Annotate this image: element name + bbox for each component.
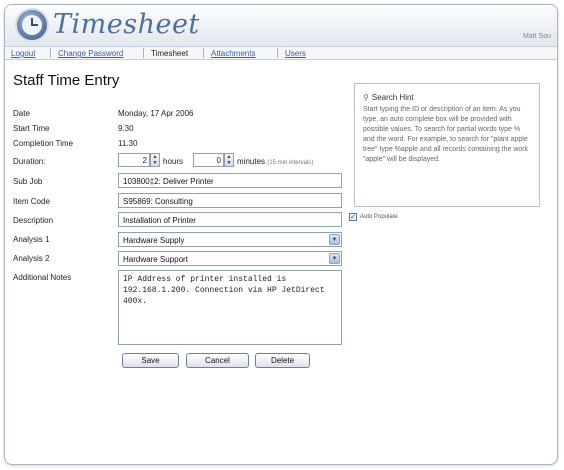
item-code-label: Item Code	[13, 197, 50, 206]
description-input[interactable]: Installation of Printer	[118, 212, 342, 227]
nav-logout[interactable]: Logout	[11, 49, 35, 58]
hint-title-row: ⚲ Search Hint	[363, 93, 531, 102]
auto-populate-label: Auto Populate	[360, 214, 398, 220]
nav-bar: Logout Change Password Timesheet Attachm…	[5, 46, 557, 60]
delete-button[interactable]: Delete	[255, 353, 310, 368]
item-code-input[interactable]: S95869: Consulting	[118, 193, 342, 208]
user-name: Matt Sou	[522, 33, 551, 40]
hint-title: Search Hint	[371, 93, 414, 102]
nav-attachments[interactable]: Attachments	[211, 49, 255, 58]
analysis2-selected: Hardware Support	[123, 255, 188, 264]
spin-down-icon[interactable]: ▼	[151, 160, 159, 166]
hours-unit-label: hours	[163, 157, 184, 166]
chevron-down-icon[interactable]: ▼	[329, 234, 340, 245]
clock-logo-icon	[15, 8, 49, 42]
analysis1-selected: Hardware Supply	[123, 236, 185, 245]
analysis1-label: Analysis 1	[13, 235, 50, 244]
nav-users[interactable]: Users	[285, 49, 306, 58]
minutes-input[interactable]: 0	[193, 153, 224, 167]
hours-spinner[interactable]: ▲ ▼	[150, 153, 160, 167]
notes-label: Additional Notes	[13, 273, 72, 282]
completion-time-value: 11.30	[118, 139, 138, 148]
minutes-label: minutes	[237, 157, 266, 166]
nav-separator	[203, 48, 204, 58]
app-header: Timesheet Matt Sou	[5, 5, 557, 46]
nav-timesheet[interactable]: Timesheet	[151, 49, 188, 58]
save-button[interactable]: Save	[122, 353, 179, 368]
sub-job-label: Sub Job	[13, 177, 43, 186]
date-label: Date	[13, 109, 30, 118]
chevron-down-icon[interactable]: ▼	[329, 253, 340, 264]
page-title: Staff Time Entry	[13, 72, 120, 89]
analysis2-label: Analysis 2	[13, 254, 50, 263]
completion-time-label: Completion Time	[13, 139, 74, 148]
sub-job-input[interactable]: 103800‡2: Deliver Printer	[118, 173, 342, 188]
minutes-unit-label: minutes (15 min intervals)	[237, 157, 313, 166]
cancel-button[interactable]: Cancel	[186, 353, 249, 368]
nav-separator	[277, 48, 278, 58]
interval-note: (15 min intervals)	[267, 160, 314, 166]
analysis2-select[interactable]: Hardware Support ▼	[118, 251, 342, 266]
date-value: Monday, 17 Apr 2006	[118, 109, 194, 118]
notes-textarea[interactable]: IP Address of printer installed is 192.1…	[118, 270, 342, 345]
app-title: Timesheet	[53, 9, 200, 40]
spin-down-icon[interactable]: ▼	[225, 160, 233, 166]
nav-separator	[143, 48, 144, 58]
auto-populate-checkbox[interactable]: ✓	[349, 213, 357, 221]
hint-text: Start typing the ID or description of an…	[363, 106, 529, 163]
search-icon: ⚲	[363, 93, 369, 102]
nav-separator	[50, 48, 51, 58]
timesheet-window: Timesheet Matt Sou Logout Change Passwor…	[4, 4, 558, 465]
search-hint-panel: ⚲ Search Hint Start typing the ID or desc…	[354, 83, 540, 207]
start-time-value: 9.30	[118, 124, 134, 133]
start-time-label: Start Time	[13, 124, 50, 133]
description-label: Description	[13, 216, 54, 225]
minutes-spinner[interactable]: ▲ ▼	[224, 153, 234, 167]
hours-input[interactable]: 2	[118, 153, 150, 167]
duration-label: Duration:	[13, 157, 46, 166]
analysis1-select[interactable]: Hardware Supply ▼	[118, 232, 342, 247]
nav-change-password[interactable]: Change Password	[58, 49, 123, 58]
